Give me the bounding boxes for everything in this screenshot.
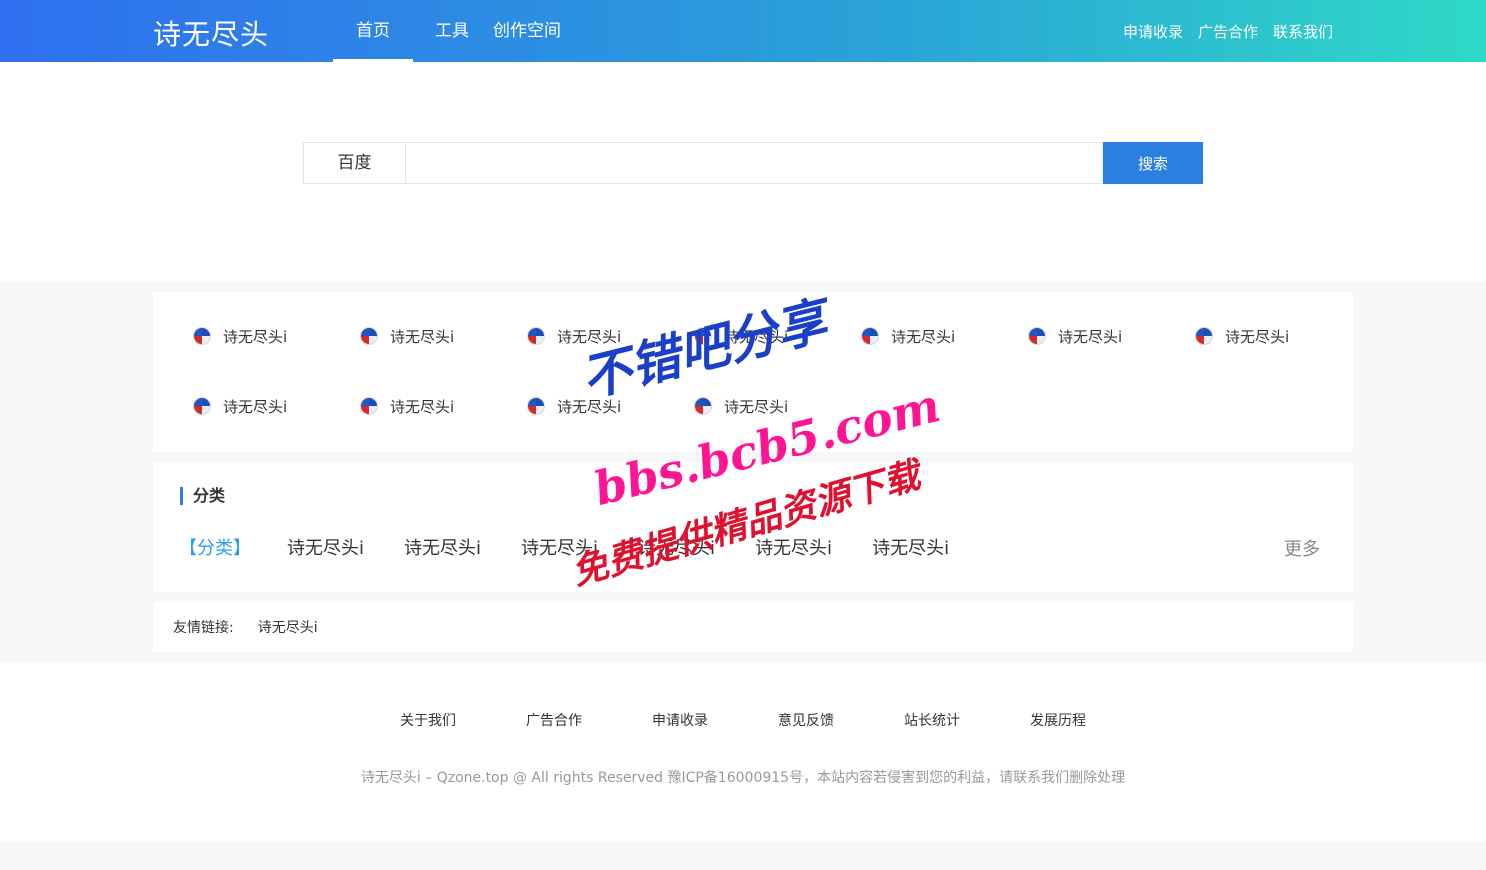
site-favicon-icon [360,397,378,415]
site-name: 诗无尽头i [724,327,789,346]
friend-links: 友情链接: 诗无尽头i [153,602,1353,652]
content-area: 诗无尽头i 诗无尽头i 诗无尽头i 诗无尽头i 诗无尽头i 诗无尽头i 诗无尽头… [0,282,1486,662]
search-engine-select[interactable]: 百度 [303,142,405,184]
site-item[interactable]: 诗无尽头i [360,394,500,418]
apply-listing-link[interactable]: 申请收录 [1123,21,1183,42]
category-panel: 分类 【分类】 诗无尽头i 诗无尽头i 诗无尽头i 诗无尽头i 诗无尽头i 诗无… [153,462,1353,592]
nav-creative-space[interactable]: 创作空间 [489,0,565,62]
copyright-text: 诗无尽头i – Qzone.top @ All rights Reserved … [360,770,1126,786]
footer-stats-link[interactable]: 站长统计 [904,710,960,730]
site-favicon-icon [193,397,211,415]
category-label: 【分类】 [179,538,251,559]
category-item[interactable]: 诗无尽头i [287,534,364,560]
contact-us-link[interactable]: 联系我们 [1273,21,1333,42]
site-favicon-icon [527,397,545,415]
site-name: 诗无尽头i [390,397,455,416]
site-name: 诗无尽头i [1225,327,1290,346]
site-item[interactable]: 诗无尽头i [861,324,1001,348]
site-name: 诗无尽头i [1058,327,1123,346]
category-item[interactable]: 诗无尽头i [638,534,715,560]
site-favicon-icon [694,397,712,415]
site-name: 诗无尽头i [223,397,288,416]
site-logo[interactable]: 诗无尽头 [153,13,269,53]
category-row: 【分类】 诗无尽头i 诗无尽头i 诗无尽头i 诗无尽头i 诗无尽头i 诗无尽头i [179,534,989,560]
site-item[interactable]: 诗无尽头i [1028,324,1168,348]
footer-history-link[interactable]: 发展历程 [1030,710,1086,730]
site-name: 诗无尽头i [891,327,956,346]
site-item[interactable]: 诗无尽头i [193,394,333,418]
site-name: 诗无尽头i [724,397,789,416]
footer-about-link[interactable]: 关于我们 [400,710,456,730]
footer-ad-link[interactable]: 广告合作 [526,710,582,730]
site-item[interactable]: 诗无尽头i [694,394,834,418]
site-favicon-icon [527,327,545,345]
site-name: 诗无尽头i [390,327,455,346]
category-title: 分类 [180,487,225,505]
site-item[interactable]: 诗无尽头i [527,324,667,348]
main-nav: 首页 工具 创作空间 [333,0,565,62]
site-item[interactable]: 诗无尽头i [360,324,500,348]
site-name: 诗无尽头i [557,327,622,346]
site-item[interactable]: 诗无尽头i [1195,324,1335,348]
footer-apply-link[interactable]: 申请收录 [652,710,708,730]
bottom-strip [0,842,1486,870]
nav-home[interactable]: 首页 [333,0,413,62]
more-categories-link[interactable]: 更多 [1284,535,1320,561]
nav-tools[interactable]: 工具 [413,0,489,62]
site-favicon-icon [193,327,211,345]
site-name: 诗无尽头i [223,327,288,346]
ad-cooperation-link[interactable]: 广告合作 [1198,21,1258,42]
footer-links: 关于我们 广告合作 申请收录 意见反馈 站长统计 发展历程 [0,710,1486,730]
site-item[interactable]: 诗无尽头i [527,394,667,418]
site-favicon-icon [861,327,879,345]
friend-links-label: 友情链接: [173,620,234,636]
site-item[interactable]: 诗无尽头i [193,324,333,348]
category-item[interactable]: 诗无尽头i [404,534,481,560]
top-header: 诗无尽头 首页 工具 创作空间 申请收录 广告合作 联系我们 [0,0,1486,62]
site-item[interactable]: 诗无尽头i [694,324,834,348]
site-favicon-icon [1195,327,1213,345]
site-grid: 诗无尽头i 诗无尽头i 诗无尽头i 诗无尽头i 诗无尽头i 诗无尽头i 诗无尽头… [153,292,1353,452]
site-favicon-icon [1028,327,1046,345]
friend-link[interactable]: 诗无尽头i [258,617,318,637]
site-favicon-icon [694,327,712,345]
header-right-links: 申请收录 广告合作 联系我们 [1108,0,1333,62]
search-bar: 百度 搜索 [303,142,1203,184]
category-item[interactable]: 诗无尽头i [872,534,949,560]
category-item[interactable]: 诗无尽头i [521,534,598,560]
site-name: 诗无尽头i [557,397,622,416]
search-button[interactable]: 搜索 [1103,142,1203,184]
footer-feedback-link[interactable]: 意见反馈 [778,710,834,730]
category-item[interactable]: 诗无尽头i [755,534,832,560]
search-input[interactable] [405,142,1103,184]
site-favicon-icon [360,327,378,345]
